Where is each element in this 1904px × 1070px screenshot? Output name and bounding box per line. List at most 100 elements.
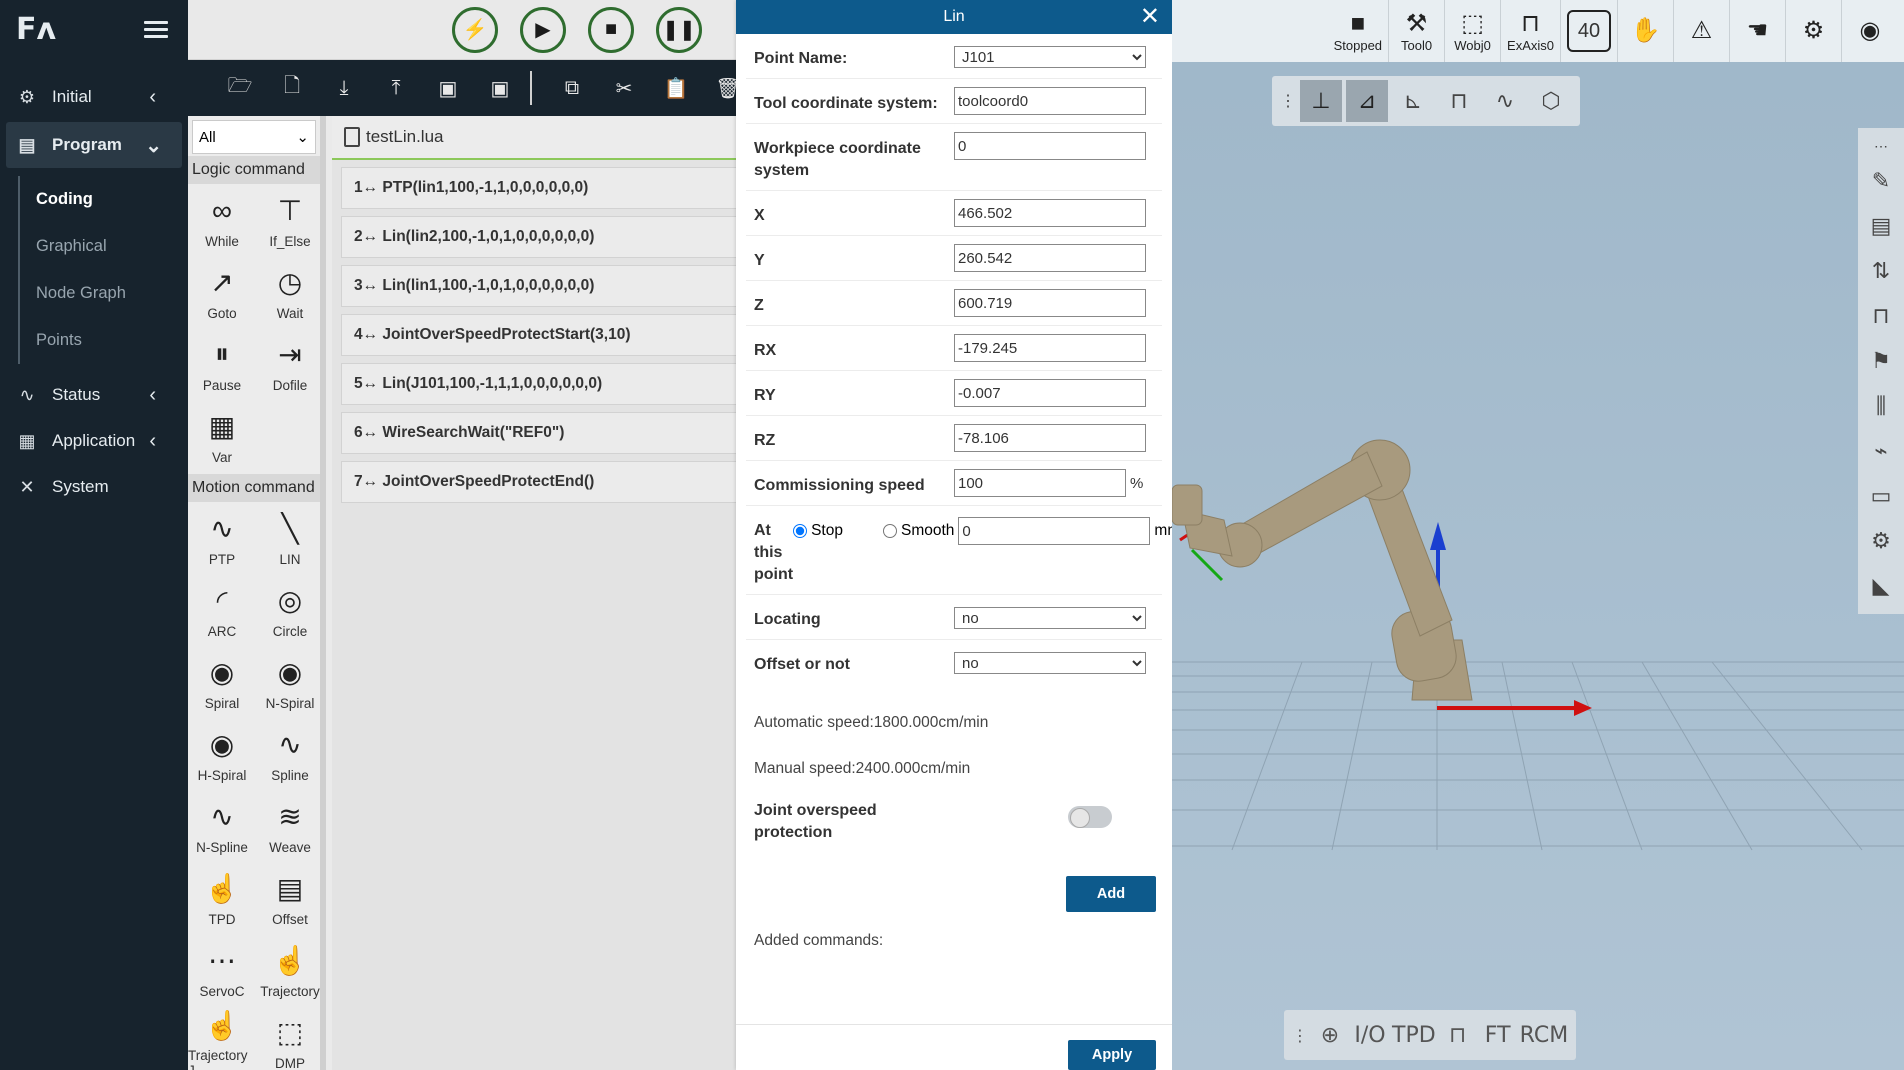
command-ptp[interactable]: ∿ PTP (188, 502, 256, 574)
tool-frame-icon[interactable]: ⊿ (1346, 80, 1388, 122)
sidebar-item-initial[interactable]: ⚙ Initial ‹ (0, 74, 188, 120)
menu-icon[interactable] (144, 17, 168, 42)
base-frame-icon[interactable]: ⊥ (1300, 80, 1342, 122)
speed-input[interactable] (954, 469, 1126, 497)
drag-mode-button[interactable]: ☚ (1730, 0, 1786, 62)
command-trajectory-j[interactable]: ☝ Trajectory J (188, 1006, 256, 1070)
stop-radio[interactable] (793, 524, 808, 538)
ry-input[interactable] (954, 379, 1146, 407)
joint-frame-icon[interactable]: ⊓ (1438, 80, 1480, 122)
code-line[interactable]: 7↔ JointOverSpeedProtectEnd() (341, 461, 741, 503)
cut-icon[interactable]: ✂ (598, 68, 650, 108)
save-as-icon[interactable]: ▣ (474, 68, 526, 108)
robot-3d-view[interactable]: ■ Stopped ⚒ Tool0 ⬚ Wobj0 ⊓ ExAxis0 40 ✋ ⚠ ☚… (1172, 0, 1904, 1070)
bottom-tool-ft[interactable]: FT (1480, 1015, 1516, 1055)
sidebar-item-application[interactable]: ▦ Application ‹ (0, 418, 188, 464)
sidebar-item-program[interactable]: ▤ Program ⌄ (6, 122, 182, 168)
command-if-else[interactable]: ⊤ If_Else (256, 184, 320, 256)
command-while[interactable]: ∞ While (188, 184, 256, 256)
workpiece-input[interactable] (954, 132, 1146, 160)
power-button[interactable]: ⚡ (452, 6, 498, 53)
wobj-selector[interactable]: ⬚ Wobj0 (1445, 0, 1502, 62)
command-wait[interactable]: ◷ Wait (256, 256, 320, 328)
axis-icon[interactable]: ⊓ (1858, 293, 1904, 338)
io-icon[interactable]: ⇅ (1858, 248, 1904, 293)
hand-button[interactable]: ✋ (1618, 0, 1674, 62)
command-weave[interactable]: ≋ Weave (256, 790, 320, 862)
point-name-select[interactable]: J101 (954, 46, 1146, 68)
command-servoc[interactable]: ⋯ ServoC (188, 934, 256, 1006)
code-line[interactable]: 5↔ Lin(J101,100,-1,1,1,0,0,0,0,0,0) (341, 363, 741, 405)
joint-protection-toggle[interactable] (1068, 806, 1112, 828)
code-line[interactable]: 3↔ Lin(lin1,100,-1,0,1,0,0,0,0,0,0) (341, 265, 741, 307)
tool-selector[interactable]: ⚒ Tool0 (1389, 0, 1446, 62)
subnav-points[interactable]: Points (20, 317, 188, 364)
conveyor-icon[interactable]: ▭ (1858, 473, 1904, 518)
command-trajectory[interactable]: ☝ Trajectory (256, 934, 320, 1006)
open-folder-icon[interactable]: 🗁 (214, 68, 266, 108)
stop-button[interactable]: ■ (588, 6, 634, 53)
command-var[interactable]: ▦ Var (188, 400, 256, 472)
close-icon[interactable]: ✕ (1140, 2, 1160, 31)
subnav-coding[interactable]: Coding (20, 176, 188, 223)
drag-handle-icon[interactable]: ⋮ (1292, 1015, 1308, 1055)
save-icon[interactable]: ▣ (422, 68, 474, 108)
warning-button[interactable]: ⚠ (1674, 0, 1730, 62)
code-line[interactable]: 6↔ WireSearchWait("REF0") (341, 412, 741, 454)
apply-button[interactable]: Apply (1068, 1040, 1156, 1070)
code-line[interactable]: 2↔ Lin(lin2,100,-1,0,1,0,0,0,0,0,0) (341, 216, 741, 258)
x-input[interactable] (954, 199, 1146, 227)
exaxis-selector[interactable]: ⊓ ExAxis0 (1501, 0, 1561, 62)
command-n-spline[interactable]: ∿ N-Spline (188, 790, 256, 862)
sidebar-item-system[interactable]: ✕ System (0, 464, 188, 510)
upload-icon[interactable]: ⤒ (370, 68, 422, 108)
command-filter-select[interactable]: All ⌄ (192, 120, 316, 154)
z-input[interactable] (954, 289, 1146, 317)
offset-select[interactable]: no (954, 652, 1146, 674)
command-goto[interactable]: ↗ Goto (188, 256, 256, 328)
command-dofile[interactable]: ⇥ Dofile (256, 328, 320, 400)
new-file-icon[interactable]: 🗋 (266, 68, 318, 108)
drag-handle-icon[interactable]: ⋮ (1280, 80, 1296, 122)
speed-selector[interactable]: 40 (1561, 0, 1618, 62)
command-arc[interactable]: ◜ ARC (188, 574, 256, 646)
bottom-tool-i-o[interactable]: I/O (1352, 1015, 1388, 1055)
bottom-tool-icon-3[interactable]: ⊓ (1440, 1015, 1476, 1055)
file-tab[interactable]: testLin.lua (332, 116, 736, 160)
drag-handle-icon[interactable]: ⋯ (1858, 134, 1904, 158)
paste-icon[interactable]: 📋 (650, 68, 702, 108)
torch-icon[interactable]: ⚙ (1858, 518, 1904, 563)
rx-input[interactable] (954, 334, 1146, 362)
command-spline[interactable]: ∿ Spline (256, 718, 320, 790)
bottom-tool-rcm[interactable]: RCM (1520, 1015, 1569, 1055)
path-icon[interactable]: ∿ (1484, 80, 1526, 122)
add-button[interactable]: Add (1066, 876, 1156, 912)
rz-input[interactable] (954, 424, 1146, 452)
delete-icon[interactable]: 🗑 (702, 68, 736, 108)
weld-icon[interactable]: ⌁ (1858, 428, 1904, 473)
command-dmp[interactable]: ⬚ DMP (256, 1006, 320, 1070)
command-n-spiral[interactable]: ◉ N-Spiral (256, 646, 320, 718)
bottom-tool-icon-0[interactable]: ⊕ (1312, 1015, 1348, 1055)
model-icon[interactable]: ⬡ (1530, 80, 1572, 122)
joints-icon[interactable]: ⫼ (1858, 383, 1904, 428)
command-offset[interactable]: ▤ Offset (256, 862, 320, 934)
robot-button[interactable]: ⚙ (1786, 0, 1842, 62)
subnav-graphical[interactable]: Graphical (20, 223, 188, 270)
copy-icon[interactable]: ⧉ (546, 68, 598, 108)
code-line[interactable]: 1↔ PTP(lin1,100,-1,1,0,0,0,0,0,0) (341, 167, 741, 209)
play-button[interactable]: ▶ (520, 6, 566, 53)
pause-button[interactable]: ❚❚ (656, 6, 702, 53)
smooth-input[interactable] (958, 517, 1151, 545)
workpiece-frame-icon[interactable]: ⊾ (1392, 80, 1434, 122)
gripper-icon[interactable]: ⚑ (1858, 338, 1904, 383)
smooth-radio[interactable] (882, 524, 897, 538)
tool-input[interactable] (954, 87, 1146, 115)
teach-icon[interactable]: ✎ (1858, 158, 1904, 203)
plane-icon[interactable]: ◣ (1858, 563, 1904, 608)
y-input[interactable] (954, 244, 1146, 272)
code-line[interactable]: 4↔ JointOverSpeedProtectStart(3,10) (341, 314, 741, 356)
log-icon[interactable]: ▤ (1858, 203, 1904, 248)
download-icon[interactable]: ⤓ (318, 68, 370, 108)
user-button[interactable]: ◉ (1842, 0, 1898, 62)
